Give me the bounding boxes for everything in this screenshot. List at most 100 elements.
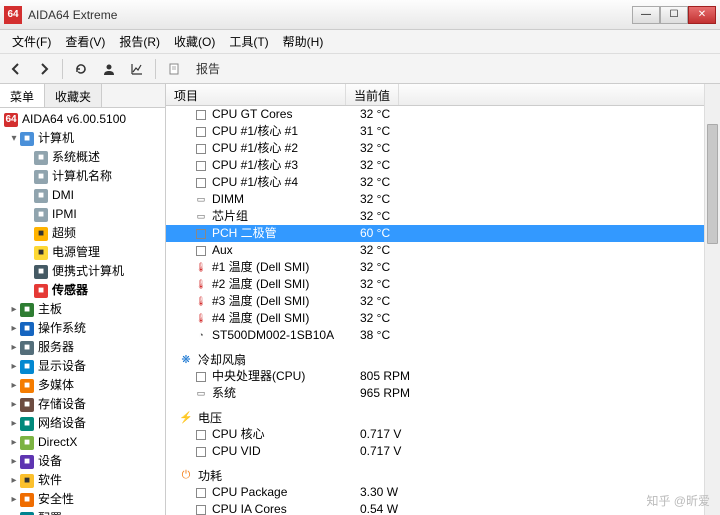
sensor-row[interactable]: 🌡#1 温度 (Dell SMI)32 °C [166,259,720,276]
node-icon: ■ [20,474,34,488]
tree-node[interactable]: ■超频 [0,224,165,243]
tree-node[interactable]: ▸■安全性 [0,490,165,509]
menu-item[interactable]: 收藏(O) [168,31,221,52]
sensor-row[interactable]: ▭芯片组32 °C [166,208,720,225]
sensor-name: 芯片组 [212,208,360,225]
sensor-row[interactable]: CPU GT Cores32 °C [166,106,720,123]
node-label: 便携式计算机 [52,263,124,280]
sensor-row[interactable]: CPU #1/核心 #432 °C [166,174,720,191]
window-title: AIDA64 Extreme [28,8,632,22]
refresh-button[interactable] [71,59,91,79]
tab-menu[interactable]: 菜单 [0,84,45,107]
tab-favorites[interactable]: 收藏夹 [45,84,102,107]
col-item[interactable]: 项目 [166,84,346,105]
report-label[interactable]: 报告 [196,60,220,77]
menu-item[interactable]: 帮助(H) [277,31,330,52]
scrollbar[interactable] [704,84,720,515]
sensor-row[interactable]: CPU Package3.30 W [166,484,720,501]
minimize-button[interactable]: — [632,6,660,24]
menu-item[interactable]: 查看(V) [59,31,111,52]
twisty-icon: ▸ [8,415,20,432]
sensor-icon [194,126,208,138]
sensor-icon [194,487,208,499]
tree-node[interactable]: ■便携式计算机 [0,262,165,281]
tree-node[interactable]: ▸■主板 [0,300,165,319]
sensor-row[interactable]: 🌡#2 温度 (Dell SMI)32 °C [166,276,720,293]
sensor-row[interactable]: ▭DIMM32 °C [166,191,720,208]
twisty-icon: ▸ [8,320,20,337]
node-icon: ■ [20,398,34,412]
sensor-row[interactable]: CPU #1/核心 #131 °C [166,123,720,140]
sensor-name: CPU 核心 [212,426,360,443]
sensor-row[interactable]: CPU #1/核心 #332 °C [166,157,720,174]
sensor-row[interactable]: PCH 二极管60 °C [166,225,720,242]
sensor-name: 系统 [212,385,360,402]
chart-icon[interactable] [127,59,147,79]
sensor-row[interactable]: 🌡#3 温度 (Dell SMI)32 °C [166,293,720,310]
report-icon[interactable] [164,59,184,79]
sensor-value: 0.717 V [360,443,401,460]
node-icon: ■ [20,379,34,393]
node-icon: ■ [34,170,48,184]
thermometer-icon: 🌡 [194,262,208,274]
sensor-value: 31 °C [360,123,390,140]
tree-node[interactable]: ▸■显示设备 [0,357,165,376]
sensor-row[interactable]: CPU IA Cores0.54 W [166,501,720,515]
tree-node[interactable]: ▸■DirectX [0,433,165,452]
sensor-icon [194,245,208,257]
sensor-row[interactable]: CPU 核心0.717 V [166,426,720,443]
tree-node[interactable]: ▸■存储设备 [0,395,165,414]
tree-node[interactable]: ▸■服务器 [0,338,165,357]
menu-item[interactable]: 报告(R) [113,31,166,52]
tree-node[interactable]: ▸■操作系统 [0,319,165,338]
maximize-button[interactable]: ☐ [660,6,688,24]
sensor-value: 32 °C [360,157,390,174]
sensor-value: 38 °C [360,327,390,344]
sensor-group-header: ⏻功耗 [166,466,720,484]
sensor-name: #3 温度 (Dell SMI) [212,293,360,310]
tree-root[interactable]: 64 AIDA64 v6.00.5100 [0,110,165,129]
tree-node[interactable]: ■系统概述 [0,148,165,167]
back-button[interactable] [6,59,26,79]
tree-node[interactable]: ▸■配置 [0,509,165,515]
sensor-row[interactable]: 🌡#4 温度 (Dell SMI)32 °C [166,310,720,327]
sensor-row[interactable]: CPU #1/核心 #232 °C [166,140,720,157]
forward-button[interactable] [34,59,54,79]
tree-node[interactable]: ▸■设备 [0,452,165,471]
node-label: IPMI [52,206,77,223]
menu-item[interactable]: 工具(T) [223,31,274,52]
tree-node[interactable]: ■计算机名称 [0,167,165,186]
sensor-row[interactable]: ▭系统965 RPM [166,385,720,402]
node-icon: ■ [34,208,48,222]
sensor-row[interactable]: 中央处理器(CPU)805 RPM [166,368,720,385]
tree-node[interactable]: ▾■计算机 [0,129,165,148]
node-label: 超频 [52,225,76,242]
sensor-row[interactable]: Aux32 °C [166,242,720,259]
user-icon[interactable] [99,59,119,79]
sensor-row[interactable]: ◔ST500DM002-1SB10A38 °C [166,327,720,344]
sensor-name: DIMM [212,191,360,208]
sensor-name: CPU #1/核心 #1 [212,123,360,140]
tree-root-label: AIDA64 v6.00.5100 [22,111,126,128]
sensor-icon [194,160,208,172]
col-value[interactable]: 当前值 [346,84,399,105]
nav-tree: 64AIDA64 v6.00.5100▾■计算机■系统概述■计算机名称■DMI■… [0,108,165,515]
group-title: 电压 [198,409,222,426]
tree-node[interactable]: ▸■网络设备 [0,414,165,433]
aida64-icon: 64 [4,113,18,127]
tree-node[interactable]: ■DMI [0,186,165,205]
tree-node[interactable]: ■电源管理 [0,243,165,262]
sensor-row[interactable]: CPU VID0.717 V [166,443,720,460]
sensor-value: 32 °C [360,276,390,293]
tree-node[interactable]: ■传感器 [0,281,165,300]
node-label: 安全性 [38,491,74,508]
node-label: 系统概述 [52,149,100,166]
tree-node[interactable]: ▸■软件 [0,471,165,490]
menu-item[interactable]: 文件(F) [6,31,57,52]
sensor-value: 0.54 W [360,501,398,515]
tree-node[interactable]: ▸■多媒体 [0,376,165,395]
tree-node[interactable]: ■ IPMI [0,205,165,224]
twisty-icon: ▸ [8,491,20,508]
twisty-icon: ▸ [8,339,20,356]
close-button[interactable]: ✕ [688,6,716,24]
